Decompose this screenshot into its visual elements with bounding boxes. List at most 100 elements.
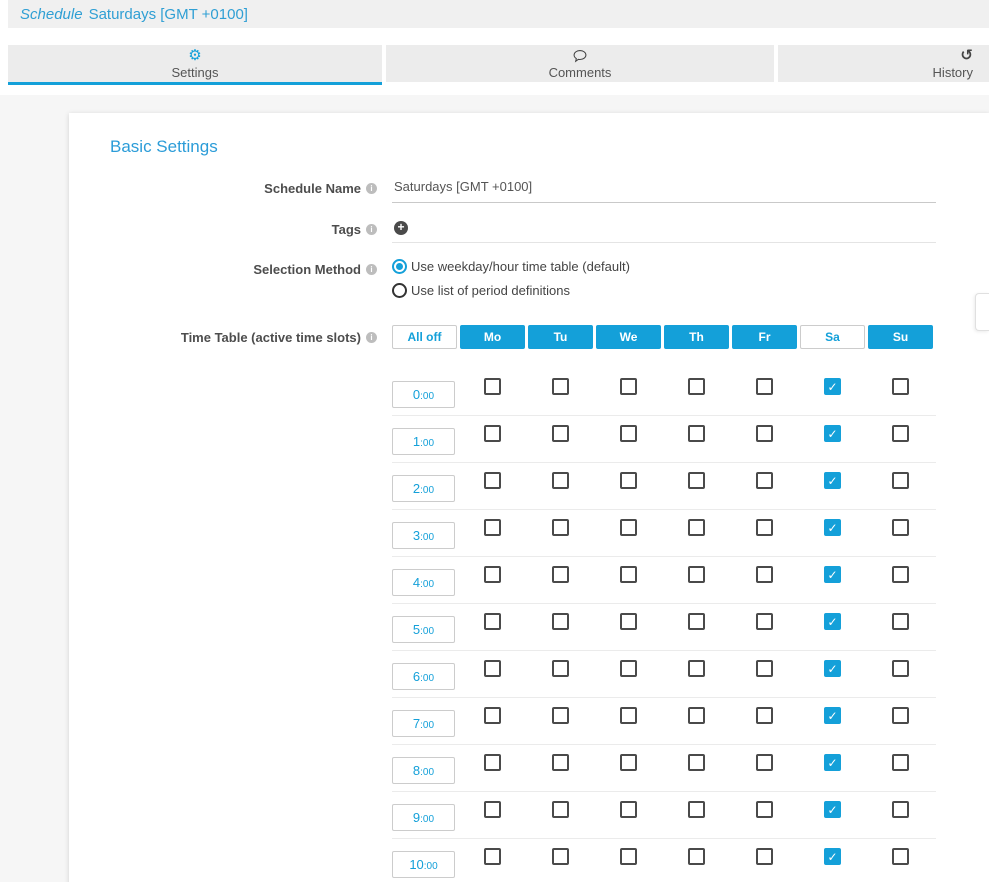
hour-toggle-6-00[interactable]: 6:00	[392, 663, 455, 690]
info-icon[interactable]	[366, 332, 377, 343]
slot-checkbox-su-7-00[interactable]	[892, 707, 909, 724]
slot-checkbox-th-8-00[interactable]	[688, 754, 705, 771]
slot-checkbox-sa-7-00[interactable]	[824, 707, 841, 724]
hour-toggle-5-00[interactable]: 5:00	[392, 616, 455, 643]
slot-checkbox-we-8-00[interactable]	[620, 754, 637, 771]
slot-checkbox-th-7-00[interactable]	[688, 707, 705, 724]
slot-checkbox-we-3-00[interactable]	[620, 519, 637, 536]
slot-checkbox-mo-9-00[interactable]	[484, 801, 501, 818]
slot-checkbox-mo-1-00[interactable]	[484, 425, 501, 442]
slot-checkbox-sa-3-00[interactable]	[824, 519, 841, 536]
slot-checkbox-fr-0-00[interactable]	[756, 378, 773, 395]
slot-checkbox-mo-6-00[interactable]	[484, 660, 501, 677]
slot-checkbox-we-4-00[interactable]	[620, 566, 637, 583]
hour-toggle-10-00[interactable]: 10:00	[392, 851, 455, 878]
slot-checkbox-fr-10-00[interactable]	[756, 848, 773, 865]
slot-checkbox-we-9-00[interactable]	[620, 801, 637, 818]
tab-history[interactable]: History	[778, 45, 989, 82]
slot-checkbox-sa-1-00[interactable]	[824, 425, 841, 442]
tab-settings[interactable]: Settings	[8, 45, 382, 82]
day-toggle-sa[interactable]: Sa	[800, 325, 865, 349]
tab-comments[interactable]: Comments	[386, 45, 774, 82]
slot-checkbox-tu-0-00[interactable]	[552, 378, 569, 395]
slot-checkbox-mo-7-00[interactable]	[484, 707, 501, 724]
slot-checkbox-sa-6-00[interactable]	[824, 660, 841, 677]
slot-checkbox-mo-8-00[interactable]	[484, 754, 501, 771]
slot-checkbox-th-9-00[interactable]	[688, 801, 705, 818]
hour-toggle-1-00[interactable]: 1:00	[392, 428, 455, 455]
radio-option-periods[interactable]: Use list of period definitions	[392, 283, 936, 298]
slot-checkbox-th-3-00[interactable]	[688, 519, 705, 536]
day-toggle-mo[interactable]: Mo	[460, 325, 525, 349]
slot-checkbox-tu-7-00[interactable]	[552, 707, 569, 724]
slot-checkbox-fr-1-00[interactable]	[756, 425, 773, 442]
slot-checkbox-th-5-00[interactable]	[688, 613, 705, 630]
slot-checkbox-mo-4-00[interactable]	[484, 566, 501, 583]
slot-checkbox-tu-8-00[interactable]	[552, 754, 569, 771]
slot-checkbox-th-4-00[interactable]	[688, 566, 705, 583]
slot-checkbox-th-2-00[interactable]	[688, 472, 705, 489]
slot-checkbox-su-6-00[interactable]	[892, 660, 909, 677]
slot-checkbox-tu-4-00[interactable]	[552, 566, 569, 583]
radio-selected-icon[interactable]	[392, 259, 407, 274]
slot-checkbox-sa-4-00[interactable]	[824, 566, 841, 583]
hour-toggle-0-00[interactable]: 0:00	[392, 381, 455, 408]
slot-checkbox-fr-2-00[interactable]	[756, 472, 773, 489]
schedule-name-input[interactable]: Saturdays [GMT +0100]	[392, 173, 936, 203]
info-icon[interactable]	[366, 224, 377, 235]
slot-checkbox-su-1-00[interactable]	[892, 425, 909, 442]
slot-checkbox-su-2-00[interactable]	[892, 472, 909, 489]
slot-checkbox-su-0-00[interactable]	[892, 378, 909, 395]
slot-checkbox-mo-0-00[interactable]	[484, 378, 501, 395]
slot-checkbox-we-7-00[interactable]	[620, 707, 637, 724]
radio-option-timetable[interactable]: Use weekday/hour time table (default)	[392, 259, 936, 274]
slot-checkbox-su-9-00[interactable]	[892, 801, 909, 818]
slot-checkbox-tu-1-00[interactable]	[552, 425, 569, 442]
slot-checkbox-su-5-00[interactable]	[892, 613, 909, 630]
slot-checkbox-we-5-00[interactable]	[620, 613, 637, 630]
slot-checkbox-mo-10-00[interactable]	[484, 848, 501, 865]
info-icon[interactable]	[366, 264, 377, 275]
info-icon[interactable]	[366, 183, 377, 194]
slot-checkbox-fr-5-00[interactable]	[756, 613, 773, 630]
hour-toggle-4-00[interactable]: 4:00	[392, 569, 455, 596]
day-toggle-th[interactable]: Th	[664, 325, 729, 349]
side-panel-handle[interactable]	[975, 293, 989, 331]
slot-checkbox-fr-7-00[interactable]	[756, 707, 773, 724]
slot-checkbox-tu-2-00[interactable]	[552, 472, 569, 489]
slot-checkbox-tu-10-00[interactable]	[552, 848, 569, 865]
slot-checkbox-mo-2-00[interactable]	[484, 472, 501, 489]
hour-toggle-7-00[interactable]: 7:00	[392, 710, 455, 737]
slot-checkbox-fr-6-00[interactable]	[756, 660, 773, 677]
day-toggle-fr[interactable]: Fr	[732, 325, 797, 349]
slot-checkbox-sa-8-00[interactable]	[824, 754, 841, 771]
slot-checkbox-su-8-00[interactable]	[892, 754, 909, 771]
slot-checkbox-sa-2-00[interactable]	[824, 472, 841, 489]
day-toggle-tu[interactable]: Tu	[528, 325, 593, 349]
slot-checkbox-we-2-00[interactable]	[620, 472, 637, 489]
slot-checkbox-we-6-00[interactable]	[620, 660, 637, 677]
slot-checkbox-tu-3-00[interactable]	[552, 519, 569, 536]
hour-toggle-2-00[interactable]: 2:00	[392, 475, 455, 502]
slot-checkbox-tu-9-00[interactable]	[552, 801, 569, 818]
slot-checkbox-sa-0-00[interactable]	[824, 378, 841, 395]
slot-checkbox-fr-8-00[interactable]	[756, 754, 773, 771]
slot-checkbox-su-10-00[interactable]	[892, 848, 909, 865]
slot-checkbox-fr-9-00[interactable]	[756, 801, 773, 818]
add-tag-icon[interactable]	[394, 221, 408, 235]
day-toggle-su[interactable]: Su	[868, 325, 933, 349]
slot-checkbox-sa-10-00[interactable]	[824, 848, 841, 865]
slot-checkbox-th-10-00[interactable]	[688, 848, 705, 865]
slot-checkbox-mo-3-00[interactable]	[484, 519, 501, 536]
slot-checkbox-fr-3-00[interactable]	[756, 519, 773, 536]
slot-checkbox-th-0-00[interactable]	[688, 378, 705, 395]
slot-checkbox-fr-4-00[interactable]	[756, 566, 773, 583]
day-toggle-we[interactable]: We	[596, 325, 661, 349]
hour-toggle-9-00[interactable]: 9:00	[392, 804, 455, 831]
slot-checkbox-mo-5-00[interactable]	[484, 613, 501, 630]
slot-checkbox-th-6-00[interactable]	[688, 660, 705, 677]
hour-toggle-8-00[interactable]: 8:00	[392, 757, 455, 784]
slot-checkbox-sa-5-00[interactable]	[824, 613, 841, 630]
slot-checkbox-su-3-00[interactable]	[892, 519, 909, 536]
radio-unselected-icon[interactable]	[392, 283, 407, 298]
